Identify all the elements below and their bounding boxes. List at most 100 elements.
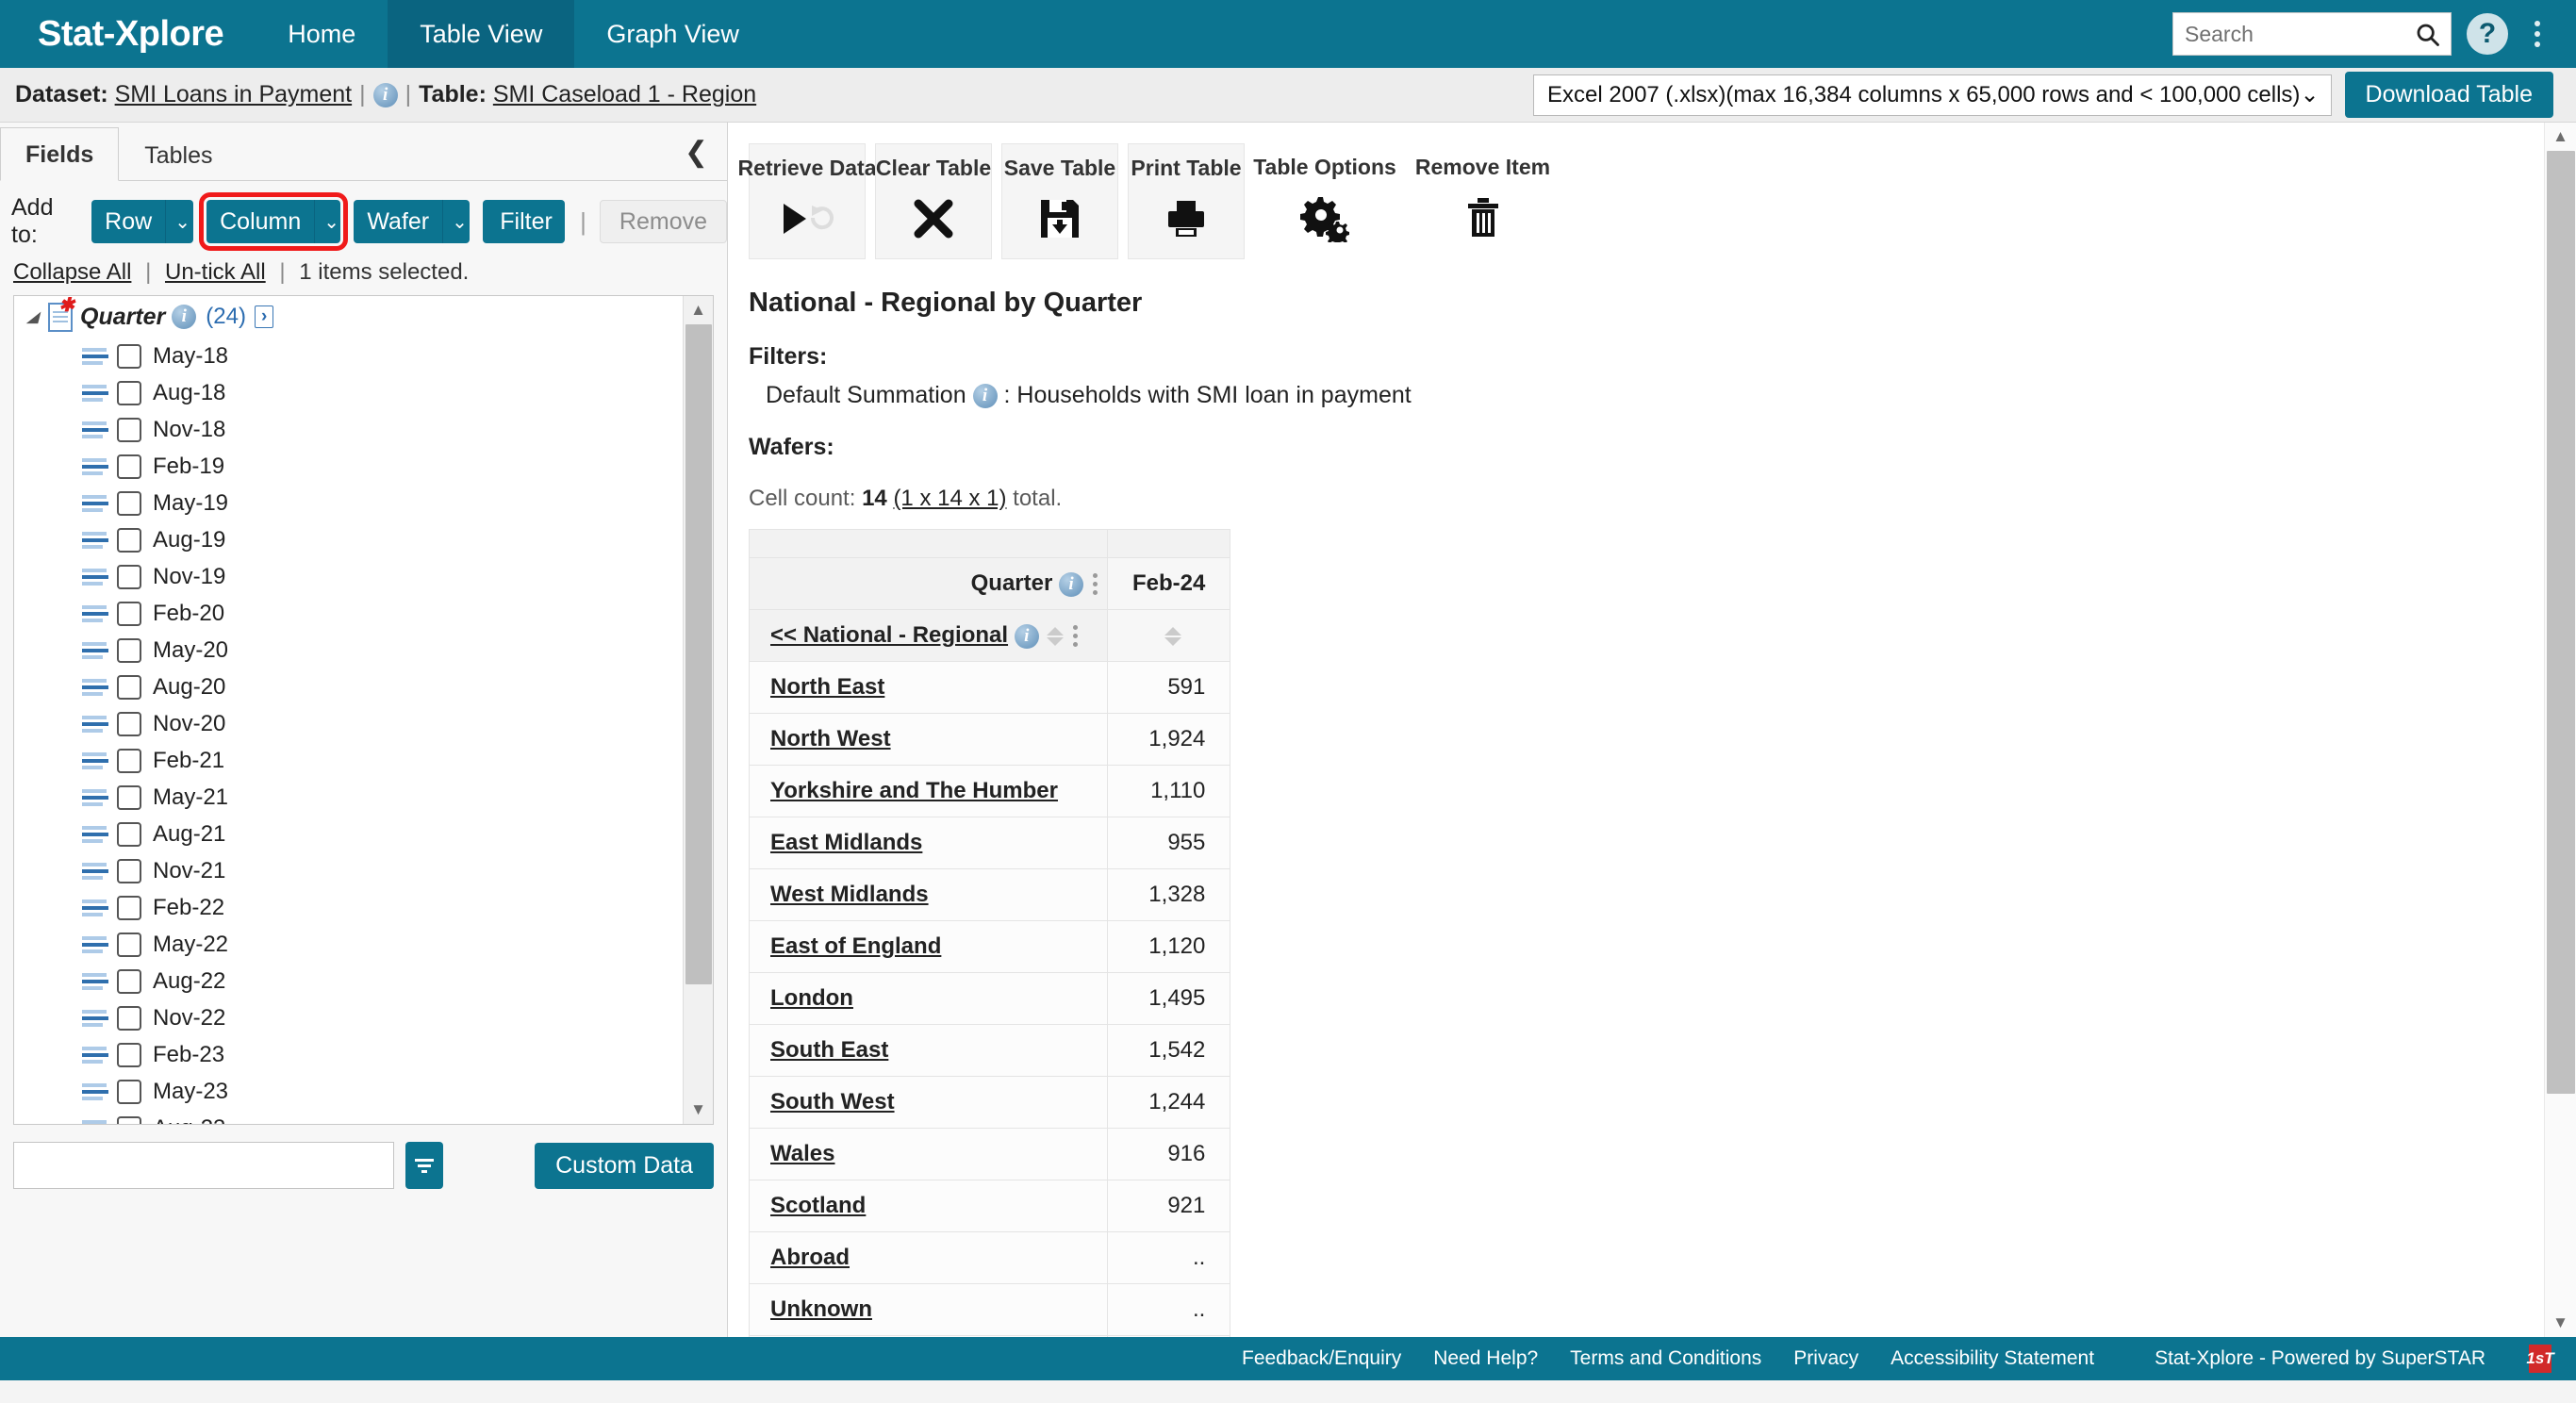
sort-icon[interactable] [1164, 626, 1181, 646]
tree-item[interactable]: May-18 [14, 338, 683, 374]
tree-root-quarter[interactable]: ◢ ✱ Quarter i (24) › [14, 296, 683, 338]
tree-item[interactable]: Nov-18 [14, 411, 683, 448]
help-icon[interactable]: ? [2467, 13, 2508, 55]
tree-item[interactable]: Aug-23 [14, 1110, 683, 1124]
tree-item-checkbox[interactable] [117, 1115, 141, 1124]
chevron-down-icon[interactable]: ⌄ [314, 200, 340, 243]
custom-data-button[interactable]: Custom Data [535, 1142, 714, 1189]
info-icon[interactable]: i [172, 305, 197, 329]
tree-item[interactable]: May-23 [14, 1073, 683, 1110]
tree-item-checkbox[interactable] [117, 1079, 141, 1104]
table-panel-scrollbar[interactable]: ▲ ▼ [2544, 123, 2576, 1337]
tree-item[interactable]: Feb-21 [14, 742, 683, 779]
row-label-link[interactable]: North East [770, 674, 884, 700]
add-to-row-button[interactable]: Row ⌄ [91, 200, 194, 243]
tab-tables[interactable]: Tables [119, 128, 238, 181]
scroll-down-icon[interactable]: ▼ [2552, 1309, 2568, 1337]
print-table-button[interactable]: Print Table [1128, 143, 1245, 259]
kebab-menu-icon[interactable] [2523, 21, 2551, 47]
row-menu-icon[interactable] [1072, 625, 1078, 648]
collapse-all-link[interactable]: Collapse All [13, 259, 131, 285]
tree-item-checkbox[interactable] [117, 343, 141, 369]
row-label-link[interactable]: London [770, 985, 853, 1011]
tree-item-checkbox[interactable] [117, 821, 141, 847]
footer-link-accessibility[interactable]: Accessibility Statement [1891, 1347, 2094, 1370]
tree-item[interactable]: Feb-20 [14, 595, 683, 632]
tree-item[interactable]: Feb-22 [14, 889, 683, 926]
footer-link-need-help[interactable]: Need Help? [1433, 1347, 1538, 1370]
search-input[interactable] [2173, 13, 2451, 55]
chevron-left-icon[interactable]: ❮ [685, 136, 708, 169]
tree-item[interactable]: May-20 [14, 632, 683, 668]
tree-item-checkbox[interactable] [117, 932, 141, 957]
tree-item[interactable]: Feb-23 [14, 1036, 683, 1073]
save-table-button[interactable]: Save Table [1001, 143, 1118, 259]
footer-link-feedback[interactable]: Feedback/Enquiry [1242, 1347, 1401, 1370]
clear-table-button[interactable]: Clear Table [875, 143, 992, 259]
open-field-icon[interactable]: › [254, 305, 274, 328]
row-label-link[interactable]: East Midlands [770, 830, 922, 855]
footer-link-privacy[interactable]: Privacy [1793, 1347, 1858, 1370]
nav-tab-table-view[interactable]: Table View [388, 0, 575, 68]
tree-item-checkbox[interactable] [117, 380, 141, 405]
tree-item-checkbox[interactable] [117, 527, 141, 553]
scroll-up-icon[interactable]: ▲ [2552, 123, 2568, 151]
chevron-down-icon[interactable]: ⌄ [442, 200, 470, 243]
info-icon[interactable]: i [372, 82, 398, 107]
column-menu-icon[interactable] [1093, 573, 1098, 596]
tree-item-checkbox[interactable] [117, 968, 141, 994]
info-icon[interactable]: i [972, 384, 998, 409]
add-to-wafer-button[interactable]: Wafer ⌄ [354, 200, 471, 243]
tree-item[interactable]: Feb-19 [14, 448, 683, 485]
add-to-filter-button[interactable]: Filter [483, 200, 566, 243]
tree-item[interactable]: Aug-20 [14, 668, 683, 705]
tree-item-checkbox[interactable] [117, 601, 141, 626]
tree-item-checkbox[interactable] [117, 858, 141, 883]
nav-tab-home[interactable]: Home [256, 0, 388, 68]
tree-item[interactable]: Aug-22 [14, 963, 683, 999]
row-label-link[interactable]: Yorkshire and The Humber [770, 778, 1058, 803]
sort-icon[interactable] [1046, 626, 1064, 646]
untick-all-link[interactable]: Un-tick All [165, 259, 266, 285]
tree-item[interactable]: May-21 [14, 779, 683, 816]
download-format-select[interactable]: Excel 2007 (.xlsx)(max 16,384 columns x … [1533, 74, 2332, 116]
search-icon[interactable] [2415, 22, 2441, 53]
tab-fields[interactable]: Fields [0, 127, 120, 181]
tree-item-checkbox[interactable] [117, 784, 141, 810]
retrieve-data-button[interactable]: Retrieve Data [737, 143, 877, 259]
filter-icon[interactable] [405, 1142, 443, 1189]
scroll-down-icon[interactable]: ▼ [690, 1096, 706, 1124]
tree-item-checkbox[interactable] [117, 674, 141, 700]
tree-item[interactable]: Aug-21 [14, 816, 683, 852]
scrollbar-thumb[interactable] [2546, 151, 2575, 1094]
tree-item-checkbox[interactable] [117, 748, 141, 773]
tree-item[interactable]: Nov-21 [14, 852, 683, 889]
column-sort-cell[interactable] [1106, 609, 1231, 662]
tree-item-checkbox[interactable] [117, 1042, 141, 1067]
tree-item[interactable]: Aug-18 [14, 374, 683, 411]
row-label-link[interactable]: Unknown [770, 1296, 872, 1322]
tree-item-checkbox[interactable] [117, 417, 141, 442]
info-icon[interactable]: i [1014, 623, 1039, 649]
row-label-link[interactable]: North West [770, 726, 891, 751]
tree-item[interactable]: Nov-22 [14, 999, 683, 1036]
row-dimension-link[interactable]: << National - Regional [770, 622, 1008, 648]
row-label-link[interactable]: Abroad [770, 1245, 850, 1270]
chevron-down-icon[interactable]: ⌄ [165, 200, 193, 243]
field-tree-scrollbar[interactable]: ▲ ▼ [683, 296, 713, 1124]
scrollbar-thumb[interactable] [685, 324, 712, 984]
table-name-link[interactable]: SMI Caseload 1 - Region [493, 81, 756, 108]
row-label-link[interactable]: West Midlands [770, 882, 929, 907]
footer-link-terms[interactable]: Terms and Conditions [1570, 1347, 1761, 1370]
info-icon[interactable]: i [1059, 571, 1083, 597]
add-to-column-button[interactable]: Column ⌄ [199, 192, 349, 251]
table-options-button[interactable]: Table Options [1253, 143, 1396, 257]
tree-item-checkbox[interactable] [117, 1005, 141, 1031]
search-box[interactable] [2172, 12, 2452, 56]
row-label-link[interactable]: South West [770, 1089, 895, 1114]
collapse-triangle-icon[interactable]: ◢ [27, 308, 48, 325]
tree-item[interactable]: May-19 [14, 485, 683, 521]
tree-item[interactable]: Nov-20 [14, 705, 683, 742]
tree-item[interactable]: Nov-19 [14, 558, 683, 595]
tree-item-checkbox[interactable] [117, 637, 141, 663]
